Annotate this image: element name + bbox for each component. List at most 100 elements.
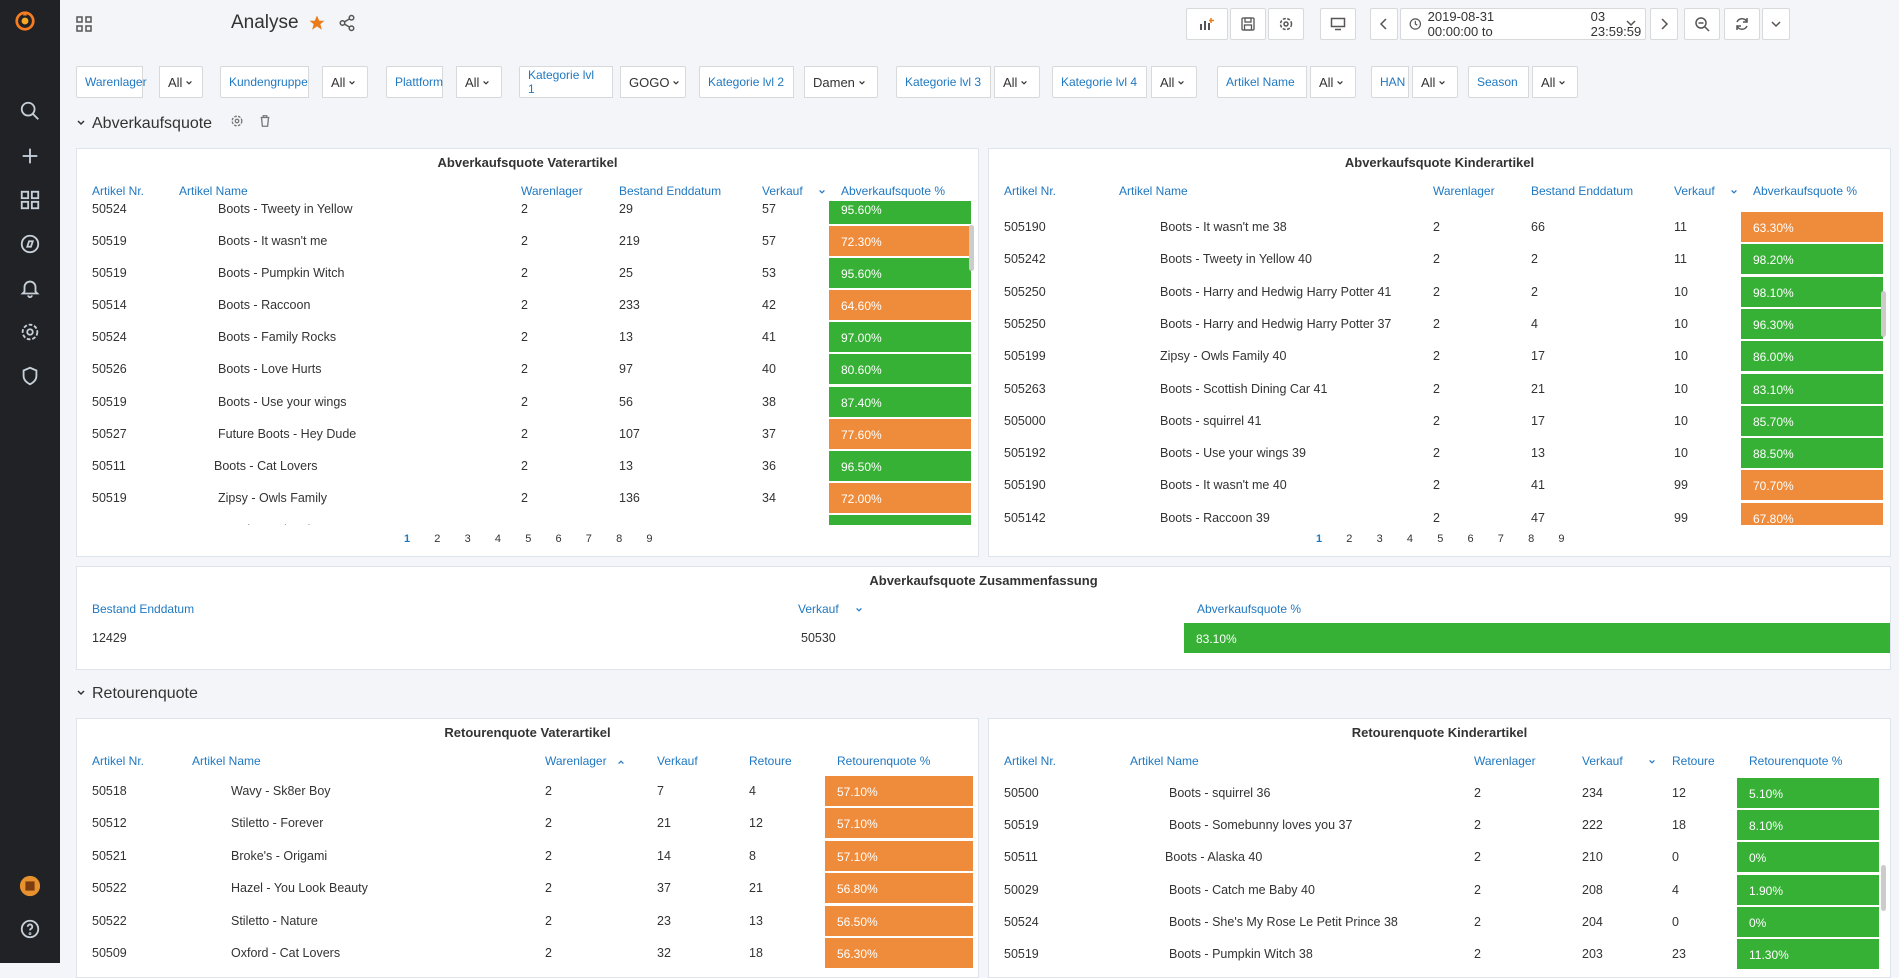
column-header[interactable]: Artikel Name: [1119, 184, 1188, 198]
column-header[interactable]: Warenlager: [545, 754, 607, 768]
favorite-star-icon[interactable]: [308, 14, 326, 35]
column-header[interactable]: Artikel Name: [192, 754, 261, 768]
zoom-out-icon[interactable]: [1684, 8, 1720, 40]
explore-compass-icon[interactable]: [0, 224, 60, 264]
table-row[interactable]: 50511 Boots - Cat Lovers 2 13 36 96.50%: [77, 450, 978, 482]
column-header[interactable]: Retourenquote %: [1749, 754, 1842, 768]
column-header[interactable]: Artikel Name: [1130, 754, 1199, 768]
table-row[interactable]: 50523 Sneaker - Sleeping Dogs 2 2 34 99.40%: [77, 514, 978, 525]
table-row[interactable]: 50500 Boots - squirrel 36 2 234 12 5.10%: [989, 777, 1890, 809]
row-settings-gear-icon[interactable]: [230, 114, 244, 133]
variable-select[interactable]: All: [1310, 66, 1356, 98]
column-header[interactable]: Warenlager: [521, 184, 583, 198]
table-row[interactable]: 505142 Boots - Raccoon 39 2 47 99 67.80%: [989, 502, 1890, 525]
table-row[interactable]: 505199 Zipsy - Owls Family 40 2 17 10 86.00%: [989, 340, 1890, 372]
dashboards-icon[interactable]: [0, 180, 60, 220]
share-icon[interactable]: [338, 14, 356, 35]
row-header-retourenquote[interactable]: Retourenquote: [76, 685, 198, 703]
refresh-interval-chevron-down-icon[interactable]: [1762, 8, 1790, 40]
dashboard-grid-icon[interactable]: [76, 16, 92, 35]
table-row[interactable]: 50527 Future Boots - Hey Dude 2 107 37 77.60%: [77, 418, 978, 450]
column-header[interactable]: Bestand Enddatum: [1531, 184, 1633, 198]
scrollbar[interactable]: [1881, 291, 1886, 337]
variable-select[interactable]: All: [1532, 66, 1578, 98]
column-header[interactable]: Verkauf: [1582, 754, 1623, 768]
column-header[interactable]: Artikel Nr.: [1004, 184, 1056, 198]
page-link[interactable]: 9: [1558, 533, 1564, 545]
tv-mode-monitor-icon[interactable]: [1320, 8, 1356, 40]
table-row[interactable]: 50521 Broke's - Origami 2 14 8 57.10%: [77, 840, 978, 872]
refresh-icon[interactable]: [1724, 8, 1760, 40]
variable-select[interactable]: All: [456, 66, 502, 98]
table-row[interactable]: 505190 Boots - It wasn't me 38 2 66 11 63.30%: [989, 211, 1890, 243]
table-row[interactable]: 505250 Boots - Harry and Hedwig Harry Pot…: [989, 276, 1890, 308]
page-link[interactable]: 1: [404, 533, 410, 545]
table-row[interactable]: 50519 Boots - Pumpkin Witch 38 2 203 23 11.30…: [989, 938, 1890, 970]
table-row[interactable]: 505190 Boots - It wasn't me 40 2 41 99 70.70%: [989, 469, 1890, 501]
page-link[interactable]: 5: [525, 533, 531, 545]
table-row[interactable]: 50509 Oxford - Cat Lovers 2 32 18 56.30%: [77, 937, 978, 969]
dashboard-settings-gear-icon[interactable]: [1268, 8, 1304, 40]
page-link[interactable]: 6: [1468, 533, 1474, 545]
table-row[interactable]: 505250 Boots - Harry and Hedwig Harry Pot…: [989, 308, 1890, 340]
page-link[interactable]: 5: [1437, 533, 1443, 545]
page-link[interactable]: 6: [556, 533, 562, 545]
search-icon[interactable]: [0, 91, 60, 131]
page-link[interactable]: 3: [1377, 533, 1383, 545]
table-row[interactable]: 505000 Boots - squirrel 41 2 17 10 85.70%: [989, 405, 1890, 437]
time-back-chevron-left-icon[interactable]: [1370, 8, 1398, 40]
table-row[interactable]: 50519 Boots - It wasn't me 2 219 57 72.30%: [77, 225, 978, 257]
table-row[interactable]: 505263 Boots - Scottish Dining Car 41 2 21 1…: [989, 373, 1890, 405]
save-icon[interactable]: [1230, 8, 1266, 40]
column-header[interactable]: Retourenquote %: [837, 754, 930, 768]
table-row[interactable]: 50514 Boots - Raccoon 2 233 42 64.60%: [77, 289, 978, 321]
page-link[interactable]: 3: [465, 533, 471, 545]
user-avatar[interactable]: [0, 866, 60, 906]
help-icon[interactable]: [0, 909, 60, 949]
page-link[interactable]: 7: [1498, 533, 1504, 545]
table-row[interactable]: 50518 Wavy - Sk8er Boy 2 7 4 57.10%: [77, 775, 978, 807]
row-delete-trash-icon[interactable]: [258, 114, 272, 133]
table-row[interactable]: 50524 Boots - Tweety in Yellow 2 29 57 95.60%: [77, 201, 978, 225]
settings-gear-icon[interactable]: [0, 312, 60, 352]
column-header[interactable]: Artikel Nr.: [92, 754, 144, 768]
variable-select[interactable]: GOGO: [620, 66, 686, 98]
page-link[interactable]: 4: [495, 533, 501, 545]
table-row[interactable]: 505242 Boots - Tweety in Yellow 40 2 2 11 98.…: [989, 243, 1890, 275]
shield-icon[interactable]: [0, 356, 60, 396]
column-header[interactable]: Verkauf: [798, 602, 839, 616]
table-row[interactable]: 50524 Boots - Family Rocks 2 13 41 97.00%: [77, 321, 978, 353]
page-link[interactable]: 1: [1316, 533, 1322, 545]
table-row[interactable]: 50511 Boots - Alaska 40 2 210 0 0%: [989, 841, 1890, 873]
variable-select[interactable]: All: [322, 66, 368, 98]
plus-icon[interactable]: [0, 136, 60, 176]
column-header[interactable]: Warenlager: [1474, 754, 1536, 768]
column-header[interactable]: Abverkaufsquote %: [841, 184, 945, 198]
time-range-picker[interactable]: 2019-08-31 00:00:00 to 03 23:59:59: [1400, 8, 1646, 40]
page-link[interactable]: 2: [1346, 533, 1352, 545]
table-row[interactable]: 50029 Boots - Catch me Baby 40 2 208 4 1.90%: [989, 874, 1890, 906]
column-header[interactable]: Verkauf: [1674, 184, 1715, 198]
variable-select[interactable]: Damen: [804, 66, 878, 98]
column-header[interactable]: Abverkaufsquote %: [1197, 602, 1301, 616]
column-header[interactable]: Warenlager: [1433, 184, 1495, 198]
column-header[interactable]: Verkauf: [762, 184, 803, 198]
column-header[interactable]: Artikel Name: [179, 184, 248, 198]
table-row[interactable]: 505192 Boots - Use your wings 39 2 13 10 88.5…: [989, 437, 1890, 469]
column-header[interactable]: Artikel Nr.: [92, 184, 144, 198]
page-link[interactable]: 8: [616, 533, 622, 545]
table-row[interactable]: 50526 Boots - Love Hurts 2 97 40 80.60%: [77, 353, 978, 385]
column-header[interactable]: Retoure: [749, 754, 792, 768]
column-header[interactable]: Retoure: [1672, 754, 1715, 768]
time-forward-chevron-right-icon[interactable]: [1650, 8, 1678, 40]
scrollbar[interactable]: [1881, 865, 1886, 911]
dashboard-title[interactable]: Analyse: [231, 12, 299, 34]
table-row[interactable]: 50522 Stiletto - Nature 2 23 13 56.50%: [77, 905, 978, 937]
variable-select[interactable]: All: [994, 66, 1040, 98]
add-panel-button[interactable]: [1186, 8, 1228, 40]
alert-bell-icon[interactable]: [0, 268, 60, 308]
variable-select[interactable]: All: [1412, 66, 1458, 98]
page-link[interactable]: 2: [434, 533, 440, 545]
page-link[interactable]: 7: [586, 533, 592, 545]
column-header[interactable]: Bestand Enddatum: [92, 602, 194, 616]
